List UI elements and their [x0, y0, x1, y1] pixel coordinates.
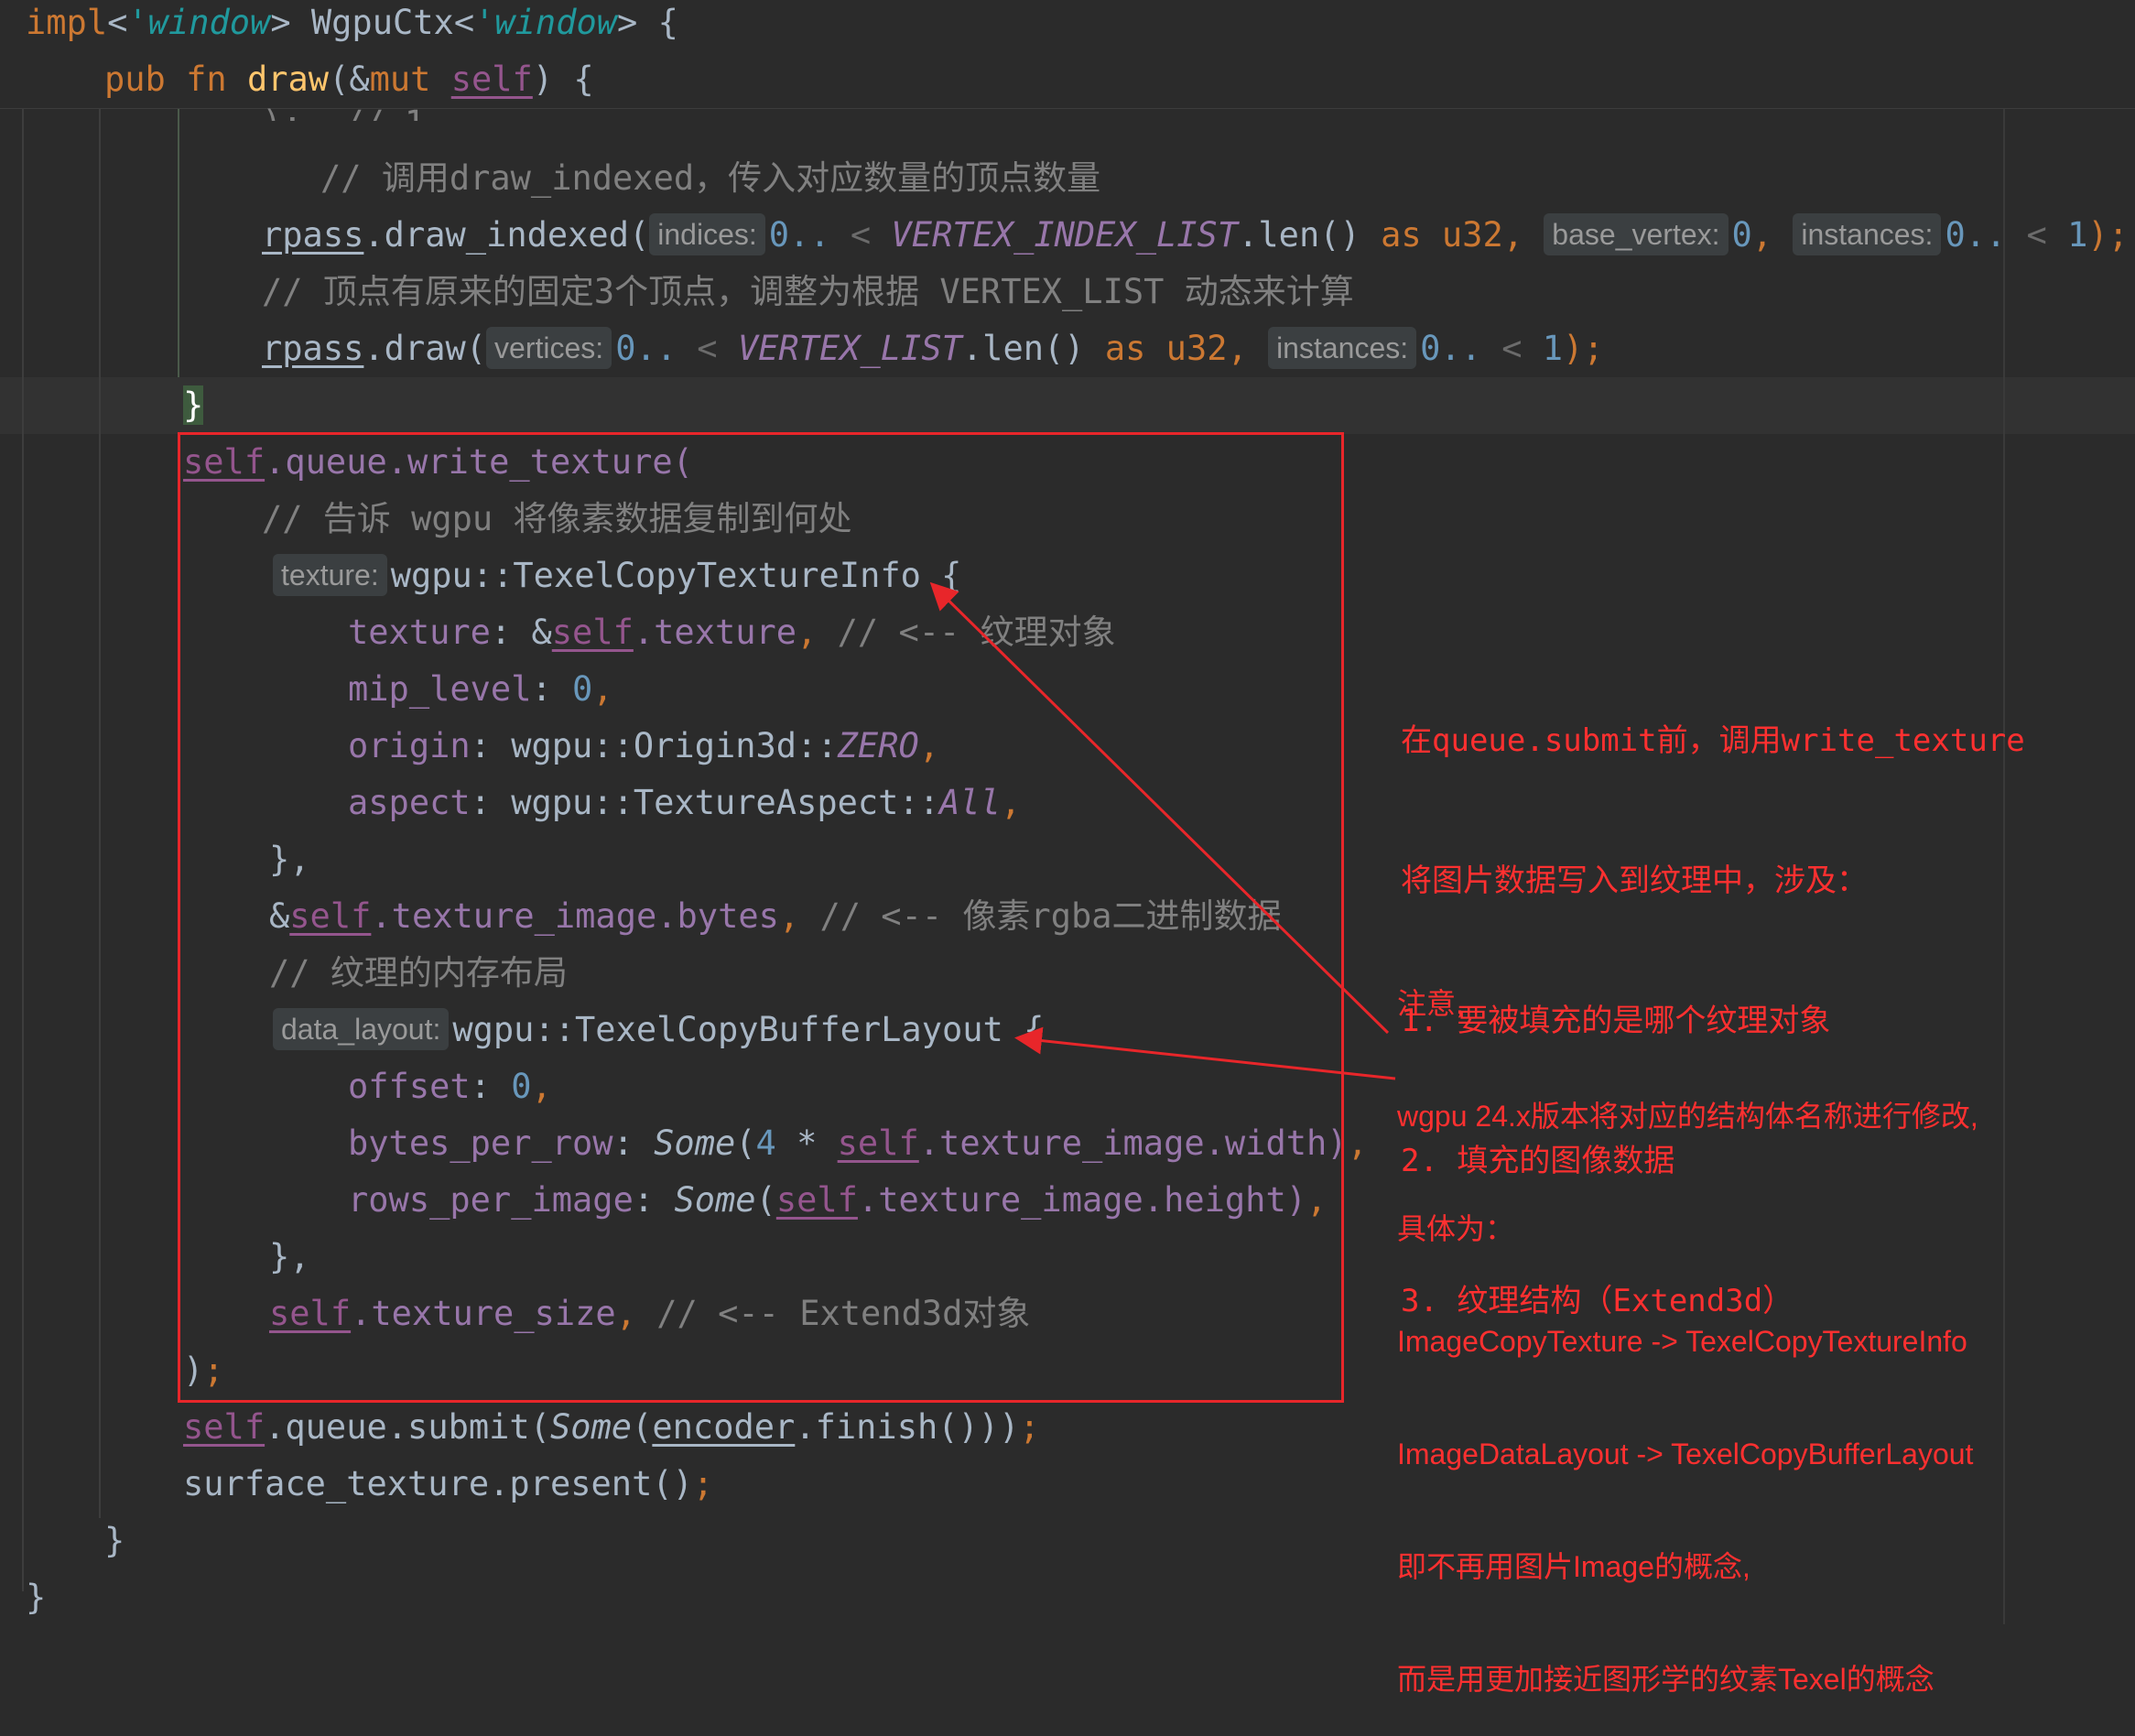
- arrow-to-buffer-layout: [1014, 1026, 1396, 1080]
- arrow-to-texture-info: [929, 581, 1390, 1035]
- annotation-note-rename: 注意, wgpu 24.x版本将对应的结构体名称进行修改, 具体为： Image…: [1397, 987, 1978, 1696]
